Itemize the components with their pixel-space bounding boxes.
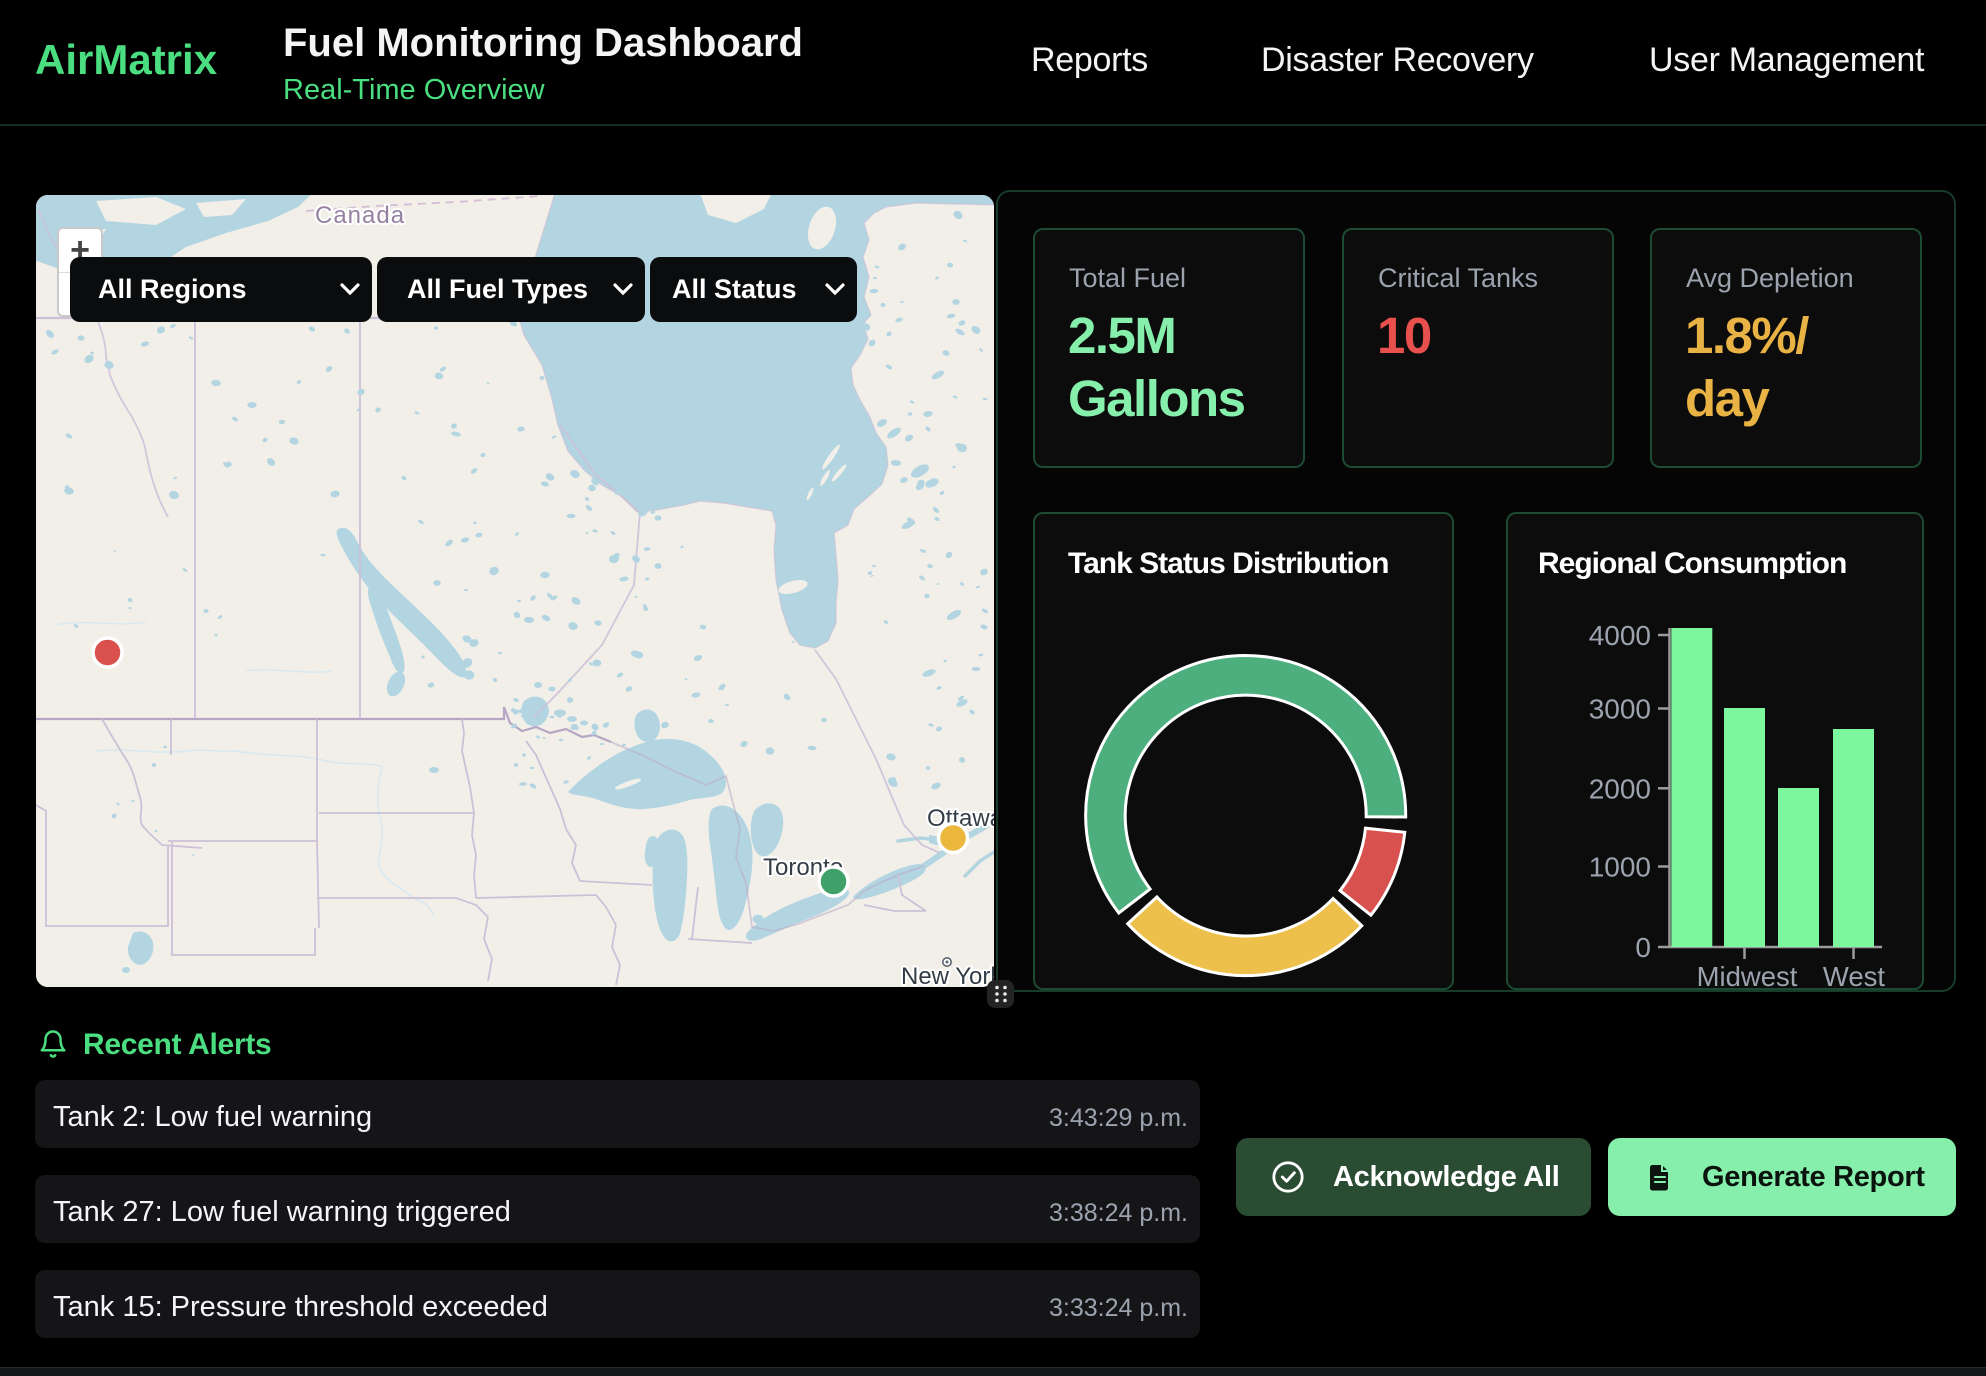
svg-text:2000: 2000 [1589, 773, 1651, 804]
svg-text:4000: 4000 [1589, 620, 1651, 651]
svg-text:0: 0 [1635, 932, 1651, 963]
svg-text:West: West [1823, 961, 1886, 992]
svg-text:3000: 3000 [1589, 694, 1651, 725]
svg-text:1000: 1000 [1589, 852, 1651, 883]
svg-text:Midwest: Midwest [1697, 961, 1798, 992]
svg-text:Canada: Canada [315, 202, 405, 229]
